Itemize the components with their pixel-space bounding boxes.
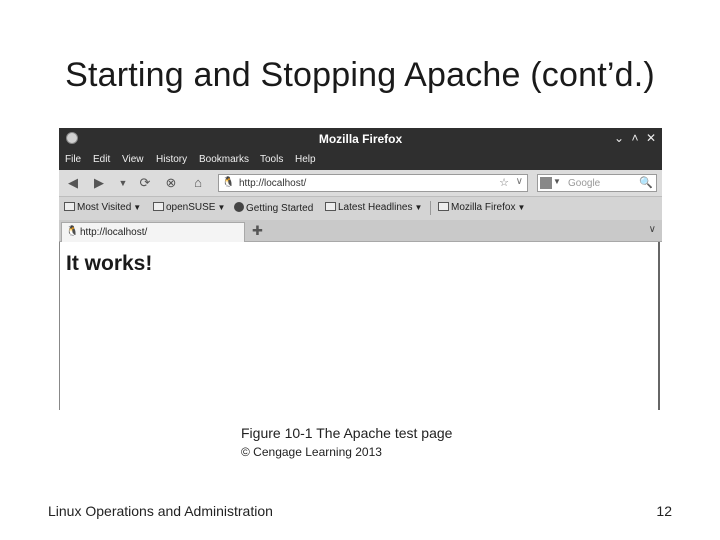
folder-icon <box>438 202 449 211</box>
chevron-down-icon: ▼ <box>517 203 526 212</box>
menu-help[interactable]: Help <box>295 154 316 165</box>
history-dropdown-icon[interactable]: ▼ <box>115 175 131 191</box>
site-identity-icon[interactable]: 🐧 <box>222 177 234 189</box>
tab-label: http://localhost/ <box>80 227 148 238</box>
footer-course-title: Linux Operations and Administration <box>48 503 273 519</box>
navigation-toolbar: ◀ ▶ ▼ ⟳ ⊗ ⌂ 🐧 http://localhost/ ☆ ∨ ▼ Go… <box>59 170 662 197</box>
bookmark-opensuse[interactable]: openSUSE ▼ <box>153 202 225 213</box>
search-engine-chevron-icon[interactable]: ▼ <box>553 177 561 186</box>
new-tab-icon[interactable]: ✚ <box>252 223 263 239</box>
bookmark-most-visited[interactable]: Most Visited ▼ <box>64 202 141 213</box>
forward-icon[interactable]: ▶ <box>91 175 107 191</box>
bookmark-label: openSUSE <box>166 202 216 213</box>
menu-bar: File Edit View History Bookmarks Tools H… <box>59 150 662 170</box>
window-titlebar: Mozilla Firefox ⌄ ˄ ✕ <box>59 128 662 150</box>
minimize-icon[interactable]: ⌄ <box>612 131 626 145</box>
folder-icon <box>64 202 75 211</box>
bookmark-label: Most Visited <box>77 202 132 213</box>
gecko-icon <box>234 202 244 212</box>
bookmarks-toolbar: Most Visited ▼ openSUSE ▼ Getting Started … <box>59 197 662 220</box>
url-dropdown-icon[interactable]: ∨ <box>516 176 523 187</box>
slide-title: Starting and Stopping Apache (cont’d.) <box>65 56 655 94</box>
page-content: It works! <box>59 242 660 410</box>
page-number: 12 <box>656 503 672 519</box>
menu-file[interactable]: File <box>65 154 81 165</box>
url-bar[interactable]: 🐧 http://localhost/ ☆ ∨ <box>218 174 528 192</box>
search-engine-icon[interactable] <box>540 177 552 189</box>
stop-icon[interactable]: ⊗ <box>163 175 179 191</box>
search-box[interactable]: ▼ Google 🔍 <box>537 174 657 192</box>
figure-caption: Figure 10-1 The Apache test page <box>241 425 453 441</box>
chevron-down-icon: ▼ <box>133 203 142 212</box>
menu-history[interactable]: History <box>156 154 187 165</box>
bookmark-label: Getting Started <box>246 203 314 214</box>
window-title: Mozilla Firefox <box>318 132 403 146</box>
tab-localhost[interactable]: 🐧 http://localhost/ <box>61 222 245 242</box>
back-icon[interactable]: ◀ <box>65 175 81 191</box>
bookmark-mozilla-firefox[interactable]: Mozilla Firefox ▼ <box>438 202 525 213</box>
menu-view[interactable]: View <box>122 154 144 165</box>
bookmark-separator <box>430 201 431 215</box>
menu-tools[interactable]: Tools <box>260 154 283 165</box>
folder-icon <box>153 202 164 211</box>
rss-icon <box>325 202 336 211</box>
browser-window: Mozilla Firefox ⌄ ˄ ✕ File Edit View His… <box>59 128 662 410</box>
url-text[interactable]: http://localhost/ <box>239 178 306 189</box>
tab-strip: 🐧 http://localhost/ ✚ ∨ <box>59 220 662 242</box>
home-icon[interactable]: ⌂ <box>190 175 206 191</box>
bookmark-label: Latest Headlines <box>338 202 413 213</box>
menu-edit[interactable]: Edit <box>93 154 110 165</box>
close-icon[interactable]: ✕ <box>644 131 658 145</box>
bookmark-label: Mozilla Firefox <box>451 202 516 213</box>
search-icon[interactable]: 🔍 <box>639 176 653 189</box>
chevron-down-icon: ▼ <box>217 203 226 212</box>
bookmark-getting-started[interactable]: Getting Started <box>234 202 313 214</box>
bookmark-star-icon[interactable]: ☆ <box>499 176 509 189</box>
page-heading: It works! <box>66 252 153 275</box>
tab-list-chevron-icon[interactable]: ∨ <box>649 224 656 235</box>
bookmark-latest-headlines[interactable]: Latest Headlines ▼ <box>325 202 422 213</box>
reload-icon[interactable]: ⟳ <box>137 175 153 191</box>
chevron-down-icon: ▼ <box>414 203 423 212</box>
menu-bookmarks[interactable]: Bookmarks <box>199 154 249 165</box>
copyright-notice: © Cengage Learning 2013 <box>241 445 382 459</box>
maximize-icon[interactable]: ˄ <box>628 131 642 145</box>
tab-favicon-icon: 🐧 <box>66 226 79 237</box>
search-placeholder[interactable]: Google <box>568 178 600 189</box>
